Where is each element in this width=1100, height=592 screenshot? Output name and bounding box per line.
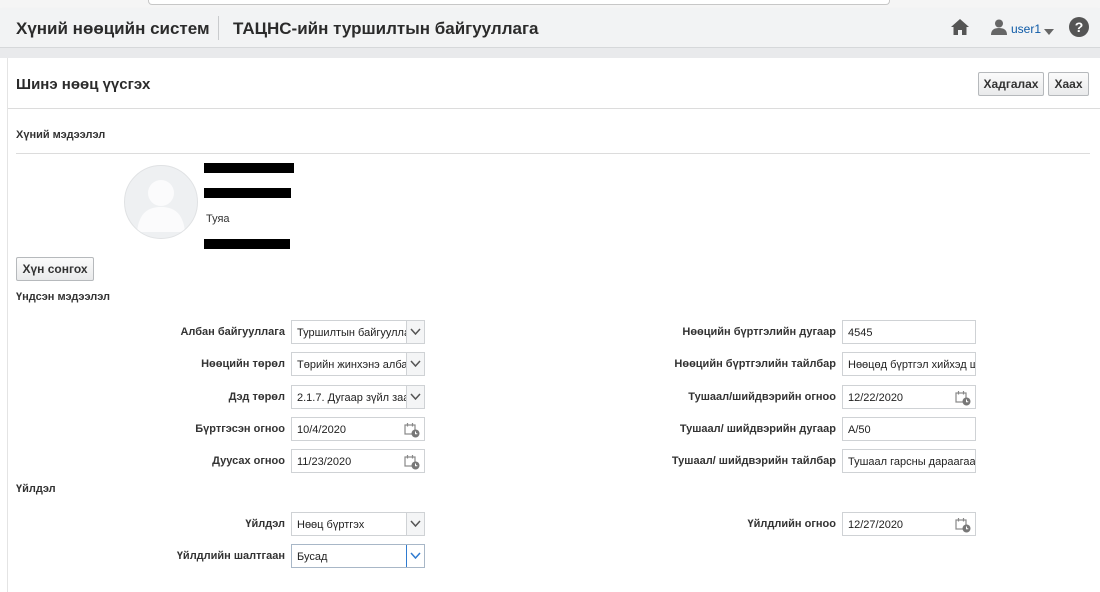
- redacted-field: [204, 188, 291, 198]
- order-date-label: Тушаал/шийдвэрийн огноо: [688, 391, 836, 403]
- registered-date-value: 10/4/2020: [297, 424, 346, 436]
- organization-select[interactable]: Туршилтын байгууллага: [291, 320, 425, 344]
- action-date-label: Үйлдлийн огноо: [747, 518, 836, 530]
- end-date-value: 11/23/2020: [297, 456, 352, 468]
- end-date-input[interactable]: 11/23/2020: [291, 449, 425, 473]
- action-section-title: Үйлдэл: [16, 483, 56, 495]
- person-section-title: Хүний мэдээлэл: [16, 129, 106, 141]
- action-date-value: 12/27/2020: [848, 519, 904, 531]
- person-name: Туяа: [206, 213, 230, 225]
- chevron-down-icon[interactable]: [406, 545, 424, 567]
- chevron-down-icon[interactable]: [406, 513, 424, 535]
- action-date-input[interactable]: 12/27/2020: [842, 512, 976, 536]
- order-description-input[interactable]: Тушаал гарсны дараагаар: [842, 449, 976, 473]
- header-gap: [0, 48, 1100, 58]
- reg-description-label: Нөөцийн бүртгэлийн тайлбар: [674, 358, 836, 370]
- chevron-down-icon[interactable]: [406, 386, 424, 408]
- order-number-label: Тушаал/ шийдвэрийн дугаар: [679, 423, 836, 435]
- order-description-value: Тушаал гарсны дараагаар: [848, 456, 976, 468]
- home-icon[interactable]: [949, 17, 971, 37]
- user-icon[interactable]: [990, 18, 1008, 36]
- avatar: [124, 165, 198, 239]
- panel-divider: [8, 108, 1100, 109]
- sub-type-select[interactable]: 2.1.7. Дугаар зүйл заалт: [291, 385, 425, 409]
- calendar-icon[interactable]: [955, 390, 971, 406]
- chevron-down-icon[interactable]: [406, 321, 424, 343]
- registered-date-input[interactable]: 10/4/2020: [291, 417, 425, 441]
- header-divider: [218, 16, 219, 40]
- organization-value: Туршилтын байгууллага: [297, 327, 420, 339]
- reg-number-label: Нөөцийн бүртгэлийн дугаар: [682, 326, 836, 338]
- redacted-field: [204, 239, 290, 249]
- reg-description-input[interactable]: Нөөцөд бүртгэл хийхэд шаардлагатай: [842, 352, 976, 376]
- reserve-type-select[interactable]: Төрийн жинхэнэ албан хаагч: [291, 352, 425, 376]
- calendar-icon[interactable]: [404, 454, 420, 470]
- action-label: Үйлдэл: [245, 518, 285, 530]
- reg-number-value: 4545: [848, 327, 873, 339]
- organization-heading: ТАЦНС-ийн туршилтын байгууллага: [233, 19, 539, 38]
- svg-text:?: ?: [1075, 19, 1084, 35]
- action-reason-value: Бусад: [297, 551, 328, 563]
- panel-title: Шинэ нөөц үүсгэх: [16, 76, 151, 93]
- user-menu-link[interactable]: user1: [1011, 22, 1041, 36]
- sub-type-value: 2.1.7. Дугаар зүйл заалт: [297, 392, 421, 404]
- choose-person-button[interactable]: Хүн сонгох: [16, 257, 94, 281]
- order-description-label: Тушаал/ шийдвэрийн тайлбар: [671, 455, 836, 467]
- order-date-input[interactable]: 12/22/2020: [842, 385, 976, 409]
- order-date-value: 12/22/2020: [848, 392, 904, 404]
- end-date-label: Дуусах огноо: [212, 455, 285, 467]
- close-button[interactable]: Хаах: [1048, 72, 1089, 96]
- help-icon[interactable]: ?: [1068, 16, 1090, 38]
- redacted-field: [204, 163, 294, 173]
- browser-top-strip: [0, 0, 1100, 8]
- calendar-icon[interactable]: [404, 422, 420, 438]
- organization-label: Албан байгууллага: [180, 326, 285, 338]
- action-reason-label: Үйлдлийн шалтгаан: [176, 550, 285, 562]
- save-button[interactable]: Хадгалах: [978, 72, 1044, 96]
- app-title[interactable]: Хүний нөөцийн систем: [16, 19, 210, 39]
- person-section-divider: [16, 153, 1090, 154]
- order-number-value: А/50: [848, 424, 871, 436]
- action-reason-select[interactable]: Бусад: [291, 544, 425, 568]
- calendar-icon[interactable]: [955, 517, 971, 533]
- reg-description-value: Нөөцөд бүртгэл хийхэд шаардлагатай: [848, 359, 975, 371]
- order-number-input[interactable]: А/50: [842, 417, 976, 441]
- reserve-type-label: Нөөцийн төрөл: [201, 358, 285, 370]
- chevron-down-icon[interactable]: [1044, 23, 1054, 35]
- chevron-down-icon[interactable]: [406, 353, 424, 375]
- action-select[interactable]: Нөөц бүртгэх: [291, 512, 425, 536]
- action-value: Нөөц бүртгэх: [297, 519, 365, 531]
- registered-date-label: Бүртгэсэн огноо: [195, 423, 285, 435]
- sub-type-label: Дэд төрөл: [228, 391, 285, 403]
- reg-number-input[interactable]: 4545: [842, 320, 976, 344]
- basic-section-title: Үндсэн мэдээлэл: [16, 291, 111, 303]
